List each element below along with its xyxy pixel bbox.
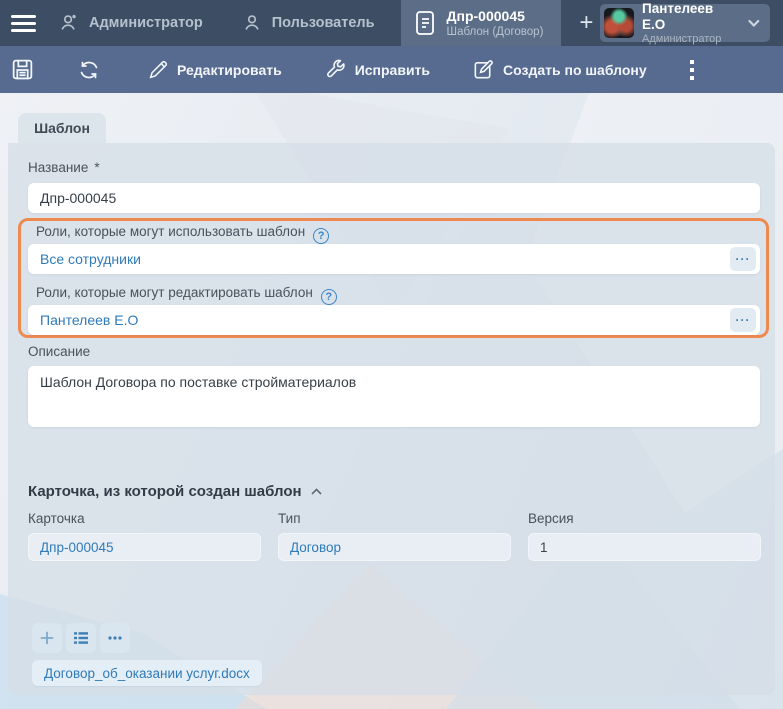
roles-use-lookup-button[interactable]: ···	[730, 247, 756, 271]
name-input[interactable]	[28, 183, 760, 213]
attachment-list-button[interactable]	[66, 623, 96, 653]
document-icon	[413, 9, 437, 37]
version-field-label: Версия	[528, 511, 574, 526]
wrench-icon	[324, 58, 347, 81]
type-field-value[interactable]: Договор	[278, 533, 511, 561]
user-avatar	[604, 8, 634, 38]
roles-use-value: Все сотрудники	[40, 251, 141, 267]
create-from-template-button[interactable]: Создать по шаблону	[460, 46, 659, 93]
hamburger-icon	[11, 15, 36, 32]
help-icon[interactable]: ?	[321, 289, 337, 305]
pencil-icon	[147, 59, 169, 81]
plus-icon	[39, 630, 55, 646]
current-user-menu[interactable]: Пантелеев Е.О Администратор	[600, 4, 770, 42]
edit-button-label: Редактировать	[177, 62, 282, 78]
help-icon[interactable]: ?	[313, 228, 329, 244]
tab-label: Пользователь	[272, 15, 375, 31]
roles-edit-value: Пантелеев Е.О	[40, 312, 138, 328]
fix-button[interactable]: Исправить	[312, 46, 442, 93]
ellipsis-icon	[107, 630, 123, 646]
card-field-value[interactable]: Дпр-000045	[28, 533, 261, 561]
card-field-label: Карточка	[28, 511, 85, 526]
description-label: Описание	[28, 344, 90, 359]
edit-button[interactable]: Редактировать	[135, 46, 294, 93]
roles-edit-label-text: Роли, которые могут редактировать шаблон	[36, 285, 313, 300]
create-from-template-label: Создать по шаблону	[503, 62, 647, 78]
person-star-icon	[58, 12, 80, 34]
name-field-label: Название *	[28, 160, 100, 175]
user-text: Пантелеев Е.О Администратор	[642, 1, 738, 46]
roles-use-label-text: Роли, которые могут использовать шаблон	[36, 224, 305, 239]
save-icon	[10, 57, 35, 82]
attachment-more-button[interactable]	[100, 623, 130, 653]
document-tab-text: Дпр-000045 Шаблон (Договор)	[447, 8, 544, 39]
roles-use-label: Роли, которые могут использовать шаблон?	[36, 224, 329, 244]
tab-template[interactable]: Шаблон	[18, 113, 106, 143]
tab-label: Администратор	[89, 15, 203, 31]
chevron-down-icon	[746, 15, 762, 31]
required-asterisk: *	[94, 160, 99, 175]
source-card-section-header[interactable]: Карточка, из которой создан шаблон	[28, 483, 323, 500]
save-button[interactable]	[0, 46, 47, 93]
type-field-label: Тип	[278, 511, 301, 526]
roles-use-picker[interactable]: Все сотрудники ···	[28, 244, 760, 274]
add-attachment-button[interactable]	[32, 623, 62, 653]
hamburger-menu-button[interactable]	[0, 0, 46, 46]
tab-user[interactable]: Пользователь	[229, 0, 401, 46]
more-actions-button[interactable]	[677, 46, 707, 93]
fix-button-label: Исправить	[355, 62, 430, 78]
user-name: Пантелеев Е.О	[642, 1, 738, 33]
user-role: Администратор	[642, 33, 738, 46]
roles-edit-lookup-button[interactable]: ···	[730, 308, 756, 332]
tab-document-active[interactable]: Дпр-000045 Шаблон (Договор)	[401, 0, 562, 46]
template-form-panel: Название * Роли, которые могут использова…	[8, 143, 775, 695]
source-card-section-title: Карточка, из которой создан шаблон	[28, 483, 302, 500]
app-window: Администратор Пользователь Дпр-000045 Ша…	[0, 0, 783, 709]
roles-edit-label: Роли, которые могут редактировать шаблон…	[36, 285, 337, 305]
tab-administrator[interactable]: Администратор	[46, 0, 229, 46]
attachment-file-chip[interactable]: Договор_об_оказании услуг.docx	[32, 660, 262, 686]
refresh-button[interactable]	[65, 46, 113, 93]
person-icon	[241, 12, 263, 34]
list-icon	[73, 630, 89, 646]
document-tab-subtitle: Шаблон (Договор)	[447, 25, 544, 39]
action-toolbar: Редактировать Исправить Создать по шабло…	[0, 46, 783, 93]
content-area: Шаблон Название * Роли, которые могут исп…	[0, 93, 783, 709]
top-tab-bar: Администратор Пользователь Дпр-000045 Ша…	[0, 0, 783, 46]
description-textarea[interactable]	[28, 366, 760, 427]
pencil-square-icon	[472, 58, 495, 81]
roles-edit-picker[interactable]: Пантелеев Е.О ···	[28, 305, 760, 335]
refresh-icon	[77, 58, 101, 82]
version-field-value: 1	[528, 533, 761, 561]
name-label-text: Название	[28, 160, 88, 175]
chevron-up-icon	[310, 485, 323, 498]
document-tab-title: Дпр-000045	[447, 8, 544, 25]
